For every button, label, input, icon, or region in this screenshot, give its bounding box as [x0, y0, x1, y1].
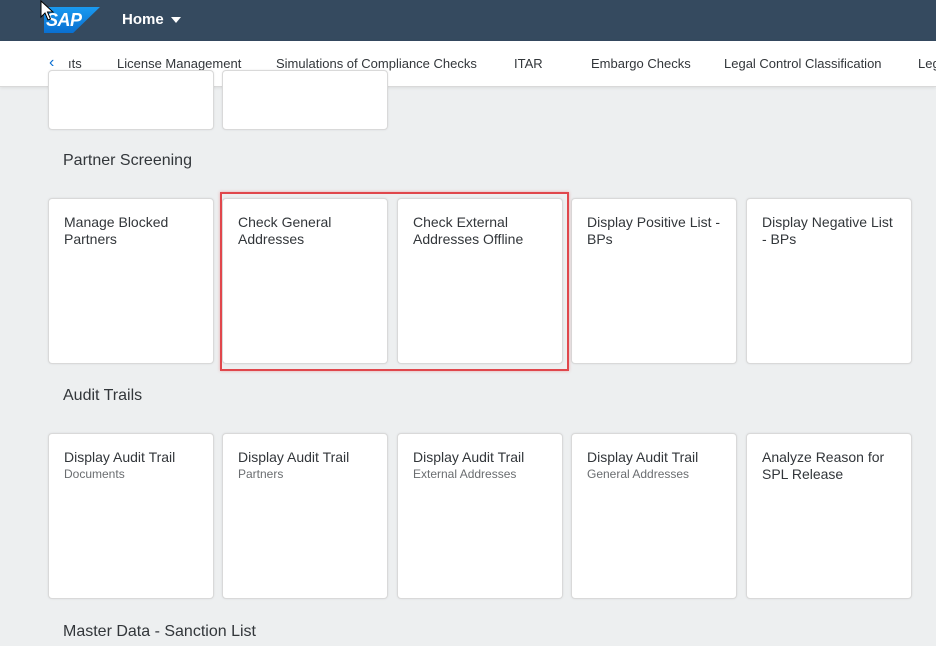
tile-display-positive-list-bps[interactable]: Display Positive List - BPs — [571, 198, 737, 364]
anchor-item-license-management[interactable]: License Management — [117, 56, 241, 71]
tile-check-external-addresses-offline[interactable]: Check External Addresses Offline — [397, 198, 563, 364]
tile-title: Display Positive List - BPs — [587, 214, 721, 247]
tile-subtitle: General Addresses — [587, 467, 690, 481]
tile-subtitle: External Addresses — [413, 467, 517, 481]
tile-title: Check External Addresses Offline — [413, 214, 524, 247]
anchor-item-itar[interactable]: ITAR — [514, 56, 543, 71]
anchor-item-embargo-checks[interactable]: Embargo Checks — [591, 56, 691, 71]
tile-title: Manage Blocked Partners — [64, 214, 169, 247]
tile-subtitle: Documents — [64, 467, 125, 481]
home-menu-button[interactable]: Home — [122, 11, 181, 28]
anchor-item-truncated[interactable]: ıts — [68, 56, 82, 71]
shell-bar: SAP Home — [0, 0, 936, 41]
tile-audit-trail-partners[interactable]: Display Audit Trail Partners — [222, 433, 388, 599]
caret-down-icon — [170, 16, 181, 23]
tile-audit-trail-general-addresses[interactable]: Display Audit Trail General Addresses — [571, 433, 737, 599]
tile-previous-group[interactable] — [48, 70, 214, 130]
tile-title: Display Audit Trail — [413, 449, 525, 465]
tile-title: Display Negative List - BPs — [762, 214, 893, 247]
tile-title: Display Audit Trail — [238, 449, 350, 465]
tile-title: Display Audit Trail — [64, 449, 176, 465]
tile-audit-trail-documents[interactable]: Display Audit Trail Documents — [48, 433, 214, 599]
anchor-item-leg[interactable]: Leg — [918, 56, 936, 71]
mouse-pointer-icon — [40, 0, 55, 21]
group-title-audit-trails: Audit Trails — [63, 387, 143, 404]
anchor-item-legal-control-classification[interactable]: Legal Control Classification — [724, 56, 882, 71]
anchor-item-simulations[interactable]: Simulations of Compliance Checks — [276, 56, 477, 71]
tile-analyze-reason-spl-release[interactable]: Analyze Reason for SPL Release — [746, 433, 912, 599]
tile-title: Check General Addresses — [238, 214, 332, 247]
group-title-partner-screening: Partner Screening — [63, 152, 192, 169]
group-title-master-data-sanction-list: Master Data - Sanction List — [63, 623, 256, 640]
tile-previous-group[interactable] — [222, 70, 388, 130]
tile-subtitle: Partners — [238, 467, 284, 481]
home-label: Home — [122, 11, 164, 28]
tile-display-negative-list-bps[interactable]: Display Negative List - BPs — [746, 198, 912, 364]
tile-audit-trail-external-addresses[interactable]: Display Audit Trail External Addresses — [397, 433, 563, 599]
tile-check-general-addresses[interactable]: Check General Addresses — [222, 198, 388, 364]
tile-title: Analyze Reason for SPL Release — [762, 449, 885, 482]
tile-manage-blocked-partners[interactable]: Manage Blocked Partners — [48, 198, 214, 364]
tile-title: Display Audit Trail — [587, 449, 699, 465]
